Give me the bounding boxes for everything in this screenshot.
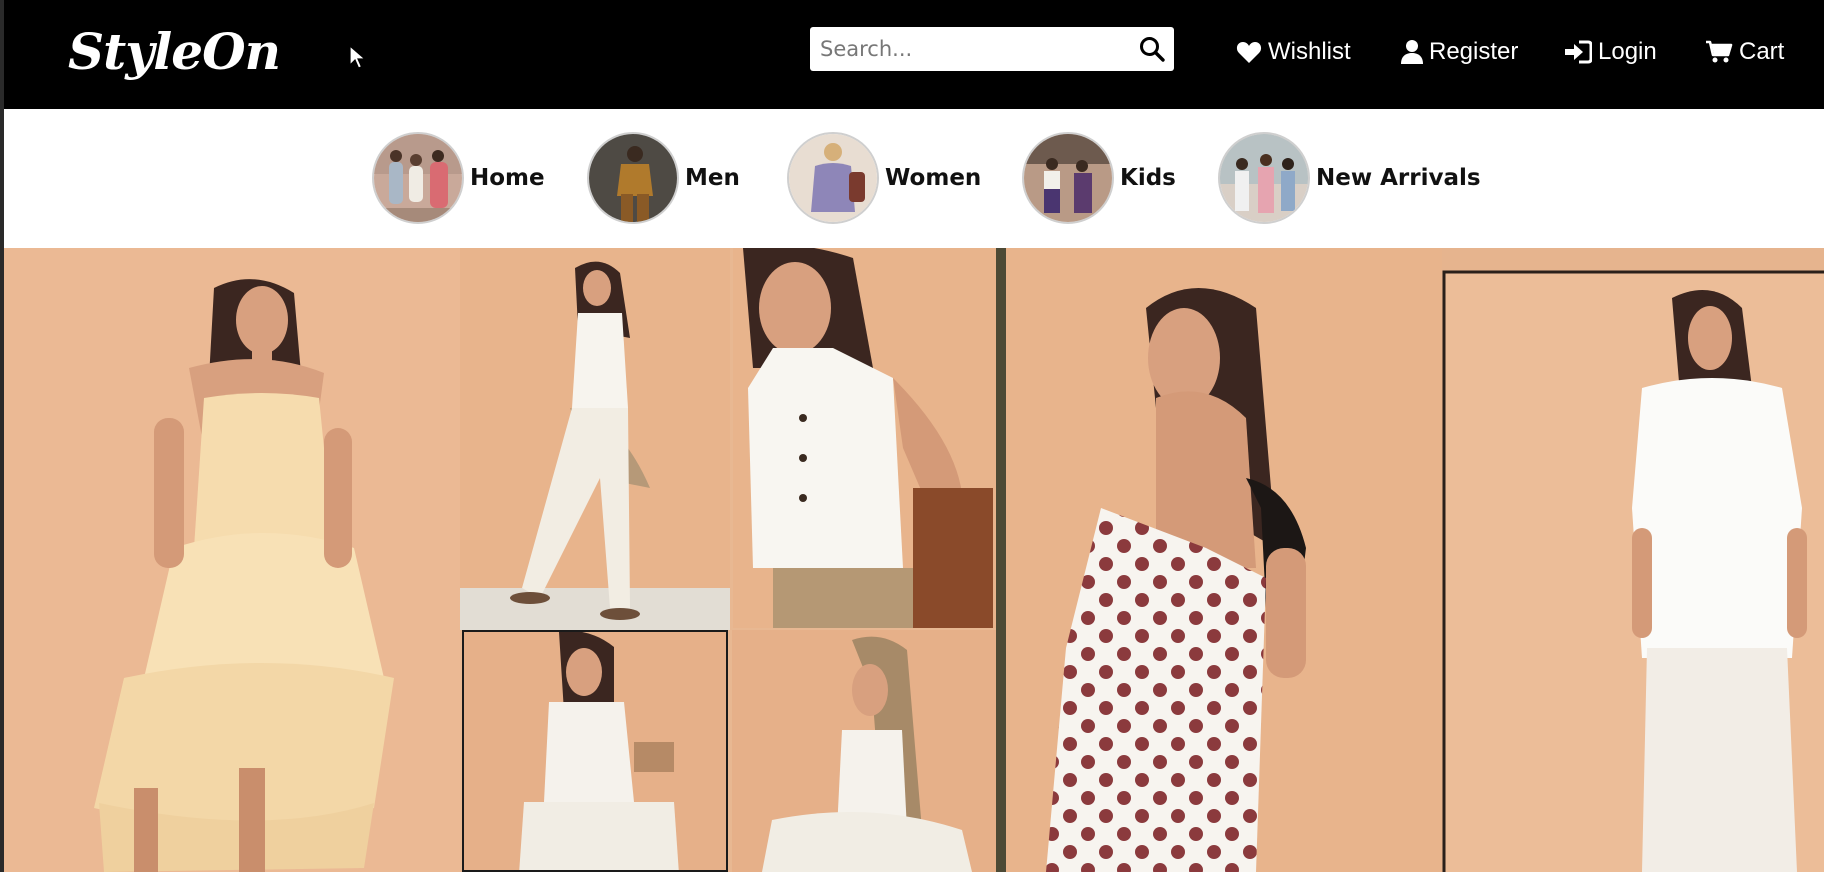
cart-label: Cart: [1739, 38, 1785, 65]
register-link[interactable]: Register: [1401, 38, 1518, 66]
category-home[interactable]: Home: [372, 132, 545, 224]
cart-link[interactable]: Cart: [1705, 38, 1784, 66]
category-men[interactable]: Men: [587, 132, 740, 224]
search-input[interactable]: [820, 29, 1130, 69]
category-label: Kids: [1120, 165, 1176, 191]
logo[interactable]: StyleOn: [68, 22, 281, 81]
hero-image-polka-dress[interactable]: [1006, 248, 1442, 872]
category-kids[interactable]: Kids: [1022, 132, 1176, 224]
category-nav: Home Men Women Kids New Arrivals: [4, 109, 1824, 248]
men-avatar: [587, 132, 679, 224]
search-box: [810, 27, 1174, 71]
kids-avatar: [1022, 132, 1114, 224]
family-avatar: [372, 132, 464, 224]
login-link[interactable]: Login: [1564, 38, 1657, 66]
heart-icon: [1236, 42, 1262, 63]
hero-divider: [996, 248, 1006, 872]
top-navbar: StyleOn Wishlist Register: [4, 0, 1824, 109]
cart-icon: [1706, 40, 1733, 63]
wishlist-link[interactable]: Wishlist: [1236, 38, 1351, 66]
mouse-cursor-icon: [349, 45, 367, 69]
hero-image-white-tee[interactable]: [1442, 248, 1824, 872]
hero-image-vest[interactable]: [733, 248, 996, 628]
register-label: Register: [1429, 38, 1519, 65]
category-label: Women: [885, 165, 982, 191]
hero-image-walking[interactable]: [460, 248, 730, 630]
category-label: Home: [470, 165, 545, 191]
category-label: Men: [685, 165, 740, 191]
category-women[interactable]: Women: [787, 132, 981, 224]
wishlist-label: Wishlist: [1268, 38, 1351, 65]
category-new-arrivals[interactable]: New Arrivals: [1218, 132, 1481, 224]
user-icon: [1401, 40, 1423, 64]
women-avatar: [787, 132, 879, 224]
category-label: New Arrivals: [1316, 165, 1481, 191]
login-label: Login: [1598, 38, 1657, 65]
search-icon[interactable]: [1138, 35, 1166, 63]
sign-in-icon: [1565, 40, 1592, 64]
hero-image-ruffle-dress[interactable]: [4, 248, 460, 872]
new-arrivals-avatar: [1218, 132, 1310, 224]
page: StyleOn Wishlist Register: [4, 0, 1824, 872]
hero-image-headscarf[interactable]: [732, 630, 996, 872]
hero-collage: [4, 248, 1824, 872]
hero-image-seated[interactable]: [462, 630, 728, 872]
